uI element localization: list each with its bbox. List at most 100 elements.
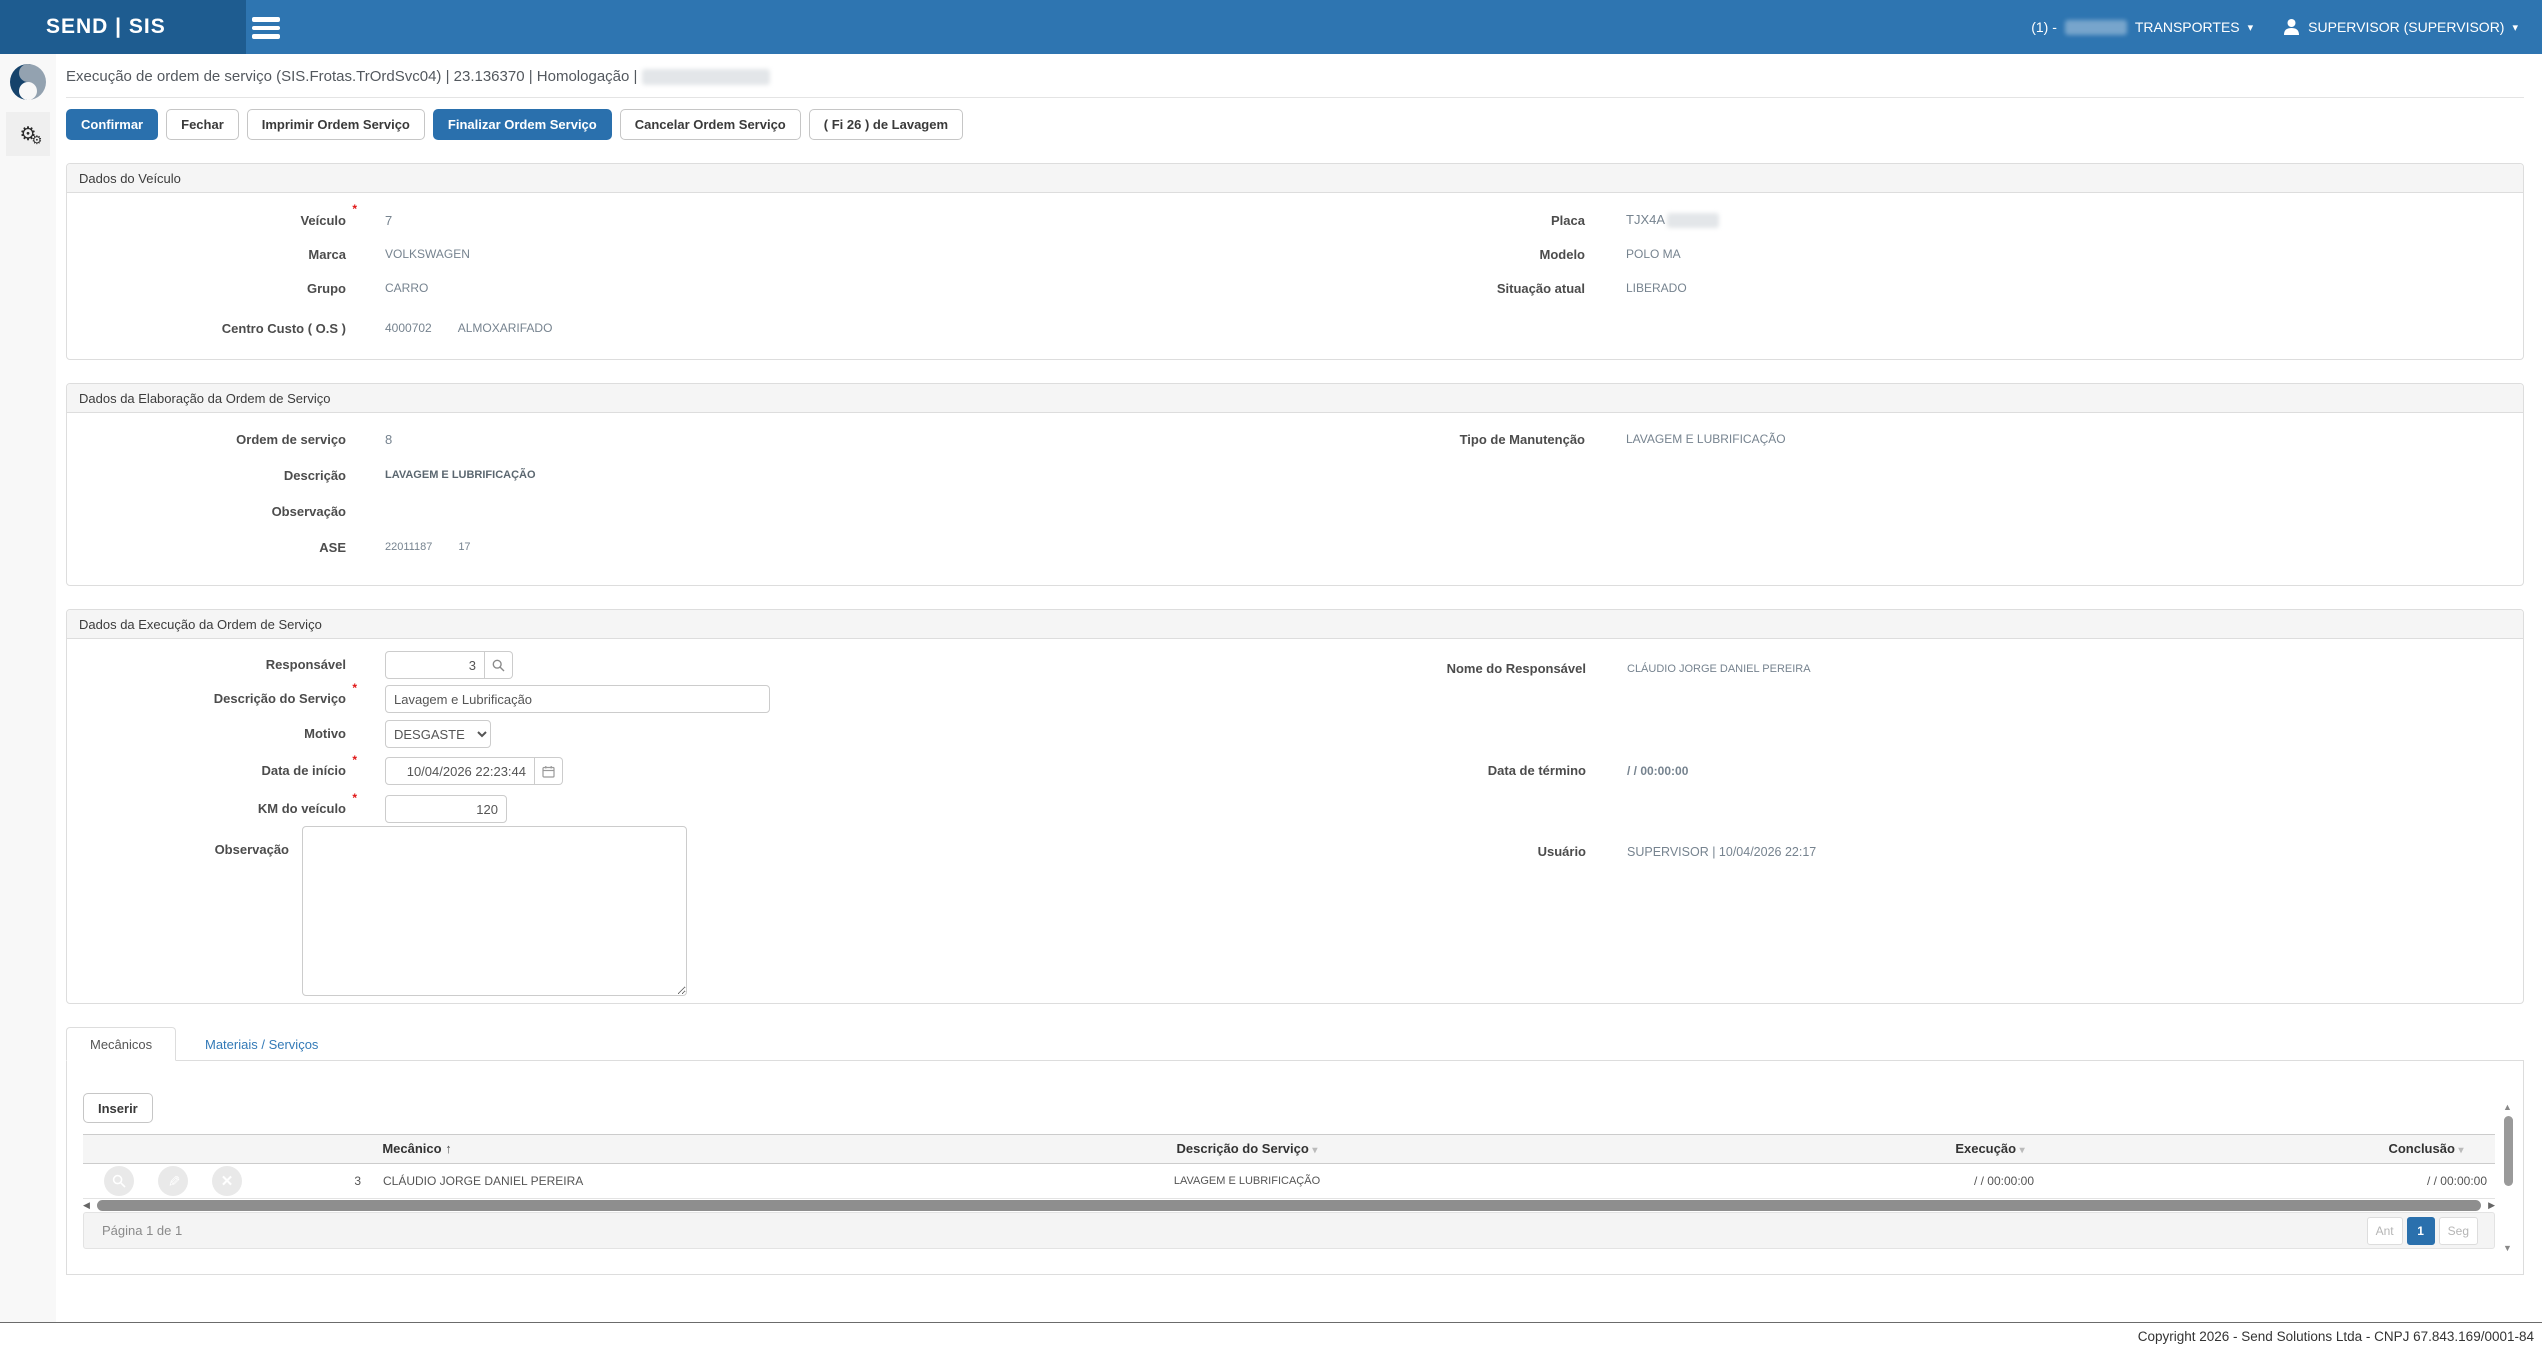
print-order-button[interactable]: Imprimir Ordem Serviço xyxy=(247,109,425,140)
responsavel-label: Responsável xyxy=(86,651,346,679)
send-logo[interactable] xyxy=(8,62,48,102)
tipo-value: LAVAGEM E LUBRIFICAÇÃO xyxy=(1626,432,1786,446)
calendar-icon xyxy=(542,765,555,778)
brand-logo-text: SEND | SIS xyxy=(46,15,166,39)
row-mecanico-name: CLÁUDIO JORGE DANIEL PEREIRA xyxy=(383,1164,583,1199)
org-name: TRANSPORTES xyxy=(2135,19,2240,35)
responsavel-search-button[interactable] xyxy=(485,651,513,679)
cancel-order-button[interactable]: Cancelar Ordem Serviço xyxy=(620,109,801,140)
tab-materiais-servicos[interactable]: Materiais / Serviços xyxy=(189,1027,334,1061)
required-asterisk: * xyxy=(352,674,357,702)
page-1-button[interactable]: 1 xyxy=(2407,1217,2435,1245)
field-ordem: Ordem de serviço 8 xyxy=(67,421,1295,457)
insert-button[interactable]: Inserir xyxy=(83,1093,153,1123)
close-button[interactable]: Fechar xyxy=(166,109,239,140)
ase-seq: 17 xyxy=(458,541,470,553)
motivo-label: Motivo xyxy=(86,720,346,748)
sort-desc-icon: ▾ xyxy=(1312,1145,1317,1156)
detail-tabs: Mecânicos Materiais / Serviços xyxy=(66,1027,2524,1061)
motivo-select[interactable]: DESGASTE xyxy=(385,720,491,748)
km-field xyxy=(385,795,507,823)
placa-value: TJX4A xyxy=(1626,212,1665,227)
observacao-textarea[interactable] xyxy=(302,826,687,996)
data-inicio-input[interactable] xyxy=(385,757,535,785)
column-descricao[interactable]: Descrição do Serviço ▾ xyxy=(1147,1135,1347,1165)
app-screen: SEND | SIS (1) - TRANSPORTES ▾ SUPERVISO… xyxy=(0,0,2542,1351)
descricao-servico-label: Descrição do Serviço xyxy=(214,691,346,706)
table-row[interactable]: ✎ ✕ 3 CLÁUDIO JORGE DANIEL PEREIRA LAVAG… xyxy=(83,1164,2495,1199)
data-termino-value: / / 00:00:00 xyxy=(1627,757,1688,785)
vertical-scrollbar[interactable] xyxy=(2500,143,2515,294)
centro-code: 4000702 xyxy=(385,321,432,335)
field-veiculo: Veículo* 7 xyxy=(67,203,1295,237)
field-descricao: Descrição LAVAGEM E LUBRIFICAÇÃO xyxy=(67,457,1295,493)
field-ase: ASE 2201118717 xyxy=(67,529,1295,565)
usuario-value: SUPERVISOR | 10/04/2026 22:17 xyxy=(1627,838,1816,866)
placa-redacted xyxy=(1667,213,1719,228)
sort-desc-icon: ▾ xyxy=(2459,1145,2464,1156)
veiculo-value: 7 xyxy=(385,213,392,228)
brand-area[interactable]: SEND | SIS xyxy=(0,0,246,54)
modelo-value: POLO MA xyxy=(1626,247,1681,261)
required-asterisk: * xyxy=(352,746,357,774)
user-name: SUPERVISOR (SUPERVISOR) xyxy=(2308,19,2504,35)
next-page-button[interactable]: Seg xyxy=(2439,1217,2478,1245)
descricao-value: LAVAGEM E LUBRIFICAÇÃO xyxy=(385,469,536,481)
hamburger-menu-icon[interactable] xyxy=(252,13,286,41)
vscroll-thumb[interactable] xyxy=(2504,1116,2513,1186)
finish-order-button[interactable]: Finalizar Ordem Serviço xyxy=(433,109,612,140)
descricao-servico-field xyxy=(385,685,770,713)
data-inicio-field xyxy=(385,757,563,785)
field-placa: Placa TJX4A xyxy=(1295,203,2523,237)
row-descricao: LAVAGEM E LUBRIFICAÇÃO xyxy=(1147,1164,1347,1199)
centro-name: ALMOXARIFADO xyxy=(458,321,553,335)
scroll-right-icon[interactable]: ▶ xyxy=(2488,1200,2495,1211)
sort-desc-icon: ▾ xyxy=(2020,1145,2025,1156)
descricao-servico-input[interactable] xyxy=(385,685,770,713)
settings-button[interactable]: ⚙⚙ xyxy=(6,112,50,156)
tab-mecanicos[interactable]: Mecânicos xyxy=(66,1027,176,1061)
org-selector[interactable]: (1) - TRANSPORTES ▾ xyxy=(2021,0,2263,54)
column-conclusao[interactable]: Conclusão ▾ xyxy=(2326,1135,2526,1165)
row-mecanico-code: 3 xyxy=(83,1164,361,1199)
scroll-up-icon[interactable]: ▲ xyxy=(2503,1102,2512,1112)
confirm-button[interactable]: Confirmar xyxy=(66,109,158,140)
nome-responsavel-value: CLÁUDIO JORGE DANIEL PEREIRA xyxy=(1627,655,1811,683)
execution-panel-title: Dados da Execução da Ordem de Serviço xyxy=(67,610,2523,639)
ase-code: 22011187 xyxy=(385,541,432,553)
calendar-button[interactable] xyxy=(535,757,563,785)
km-input[interactable] xyxy=(385,795,507,823)
title-redacted xyxy=(642,69,770,85)
vertical-scrollbar[interactable]: ▲ ▼ xyxy=(2501,1102,2516,1253)
tab-content: Inserir Mecânico ↑ Descrição do Serviço … xyxy=(66,1061,2524,1275)
action-toolbar: Confirmar Fechar Imprimir Ordem Serviço … xyxy=(66,109,2524,140)
page-title: Execução de ordem de serviço (SIS.Frotas… xyxy=(66,54,2524,98)
field-marca: Marca VOLKSWAGEN xyxy=(67,237,1295,271)
scroll-down-icon[interactable]: ▼ xyxy=(2503,1243,2512,1253)
responsavel-input[interactable] xyxy=(385,651,485,679)
execution-panel: Dados da Execução da Ordem de Serviço Re… xyxy=(66,609,2524,1004)
km-label: KM do veículo xyxy=(258,801,346,816)
scroll-left-icon[interactable]: ◀ xyxy=(83,1200,90,1211)
marca-value: VOLKSWAGEN xyxy=(385,247,470,261)
user-icon xyxy=(2283,18,2300,36)
navbar-right: (1) - TRANSPORTES ▾ SUPERVISOR (SUPERVIS… xyxy=(2021,0,2528,54)
data-termino-label: Data de término xyxy=(1366,757,1586,785)
required-asterisk: * xyxy=(352,784,357,812)
hscroll-thumb[interactable] xyxy=(97,1200,2481,1211)
user-menu[interactable]: SUPERVISOR (SUPERVISOR) ▾ xyxy=(2273,0,2528,54)
data-inicio-label: Data de início xyxy=(261,763,346,778)
left-sidebar: ⚙⚙ xyxy=(0,54,56,1322)
grid-footer: Página 1 de 1 Ant 1 Seg xyxy=(83,1212,2495,1249)
horizontal-scrollbar[interactable]: ◀ ▶ xyxy=(83,1199,2495,1212)
pagination: Ant 1 Seg xyxy=(2367,1217,2478,1245)
vehicle-panel: Dados do Veículo Veículo* 7 Marca VOLKSW… xyxy=(66,163,2524,360)
column-execucao[interactable]: Execução ▾ xyxy=(1890,1135,2090,1165)
grid-header: Mecânico ↑ Descrição do Serviço ▾ Execuç… xyxy=(83,1134,2495,1164)
required-asterisk: * xyxy=(352,202,357,216)
field-observacao-elab: Observação xyxy=(67,493,1295,529)
prev-page-button[interactable]: Ant xyxy=(2367,1217,2403,1245)
fi26-lavagem-button[interactable]: ( Fi 26 ) de Lavagem xyxy=(809,109,963,140)
row-conclusao: / / 00:00:00 xyxy=(2287,1164,2487,1199)
column-mecanico[interactable]: Mecânico ↑ xyxy=(317,1135,517,1163)
